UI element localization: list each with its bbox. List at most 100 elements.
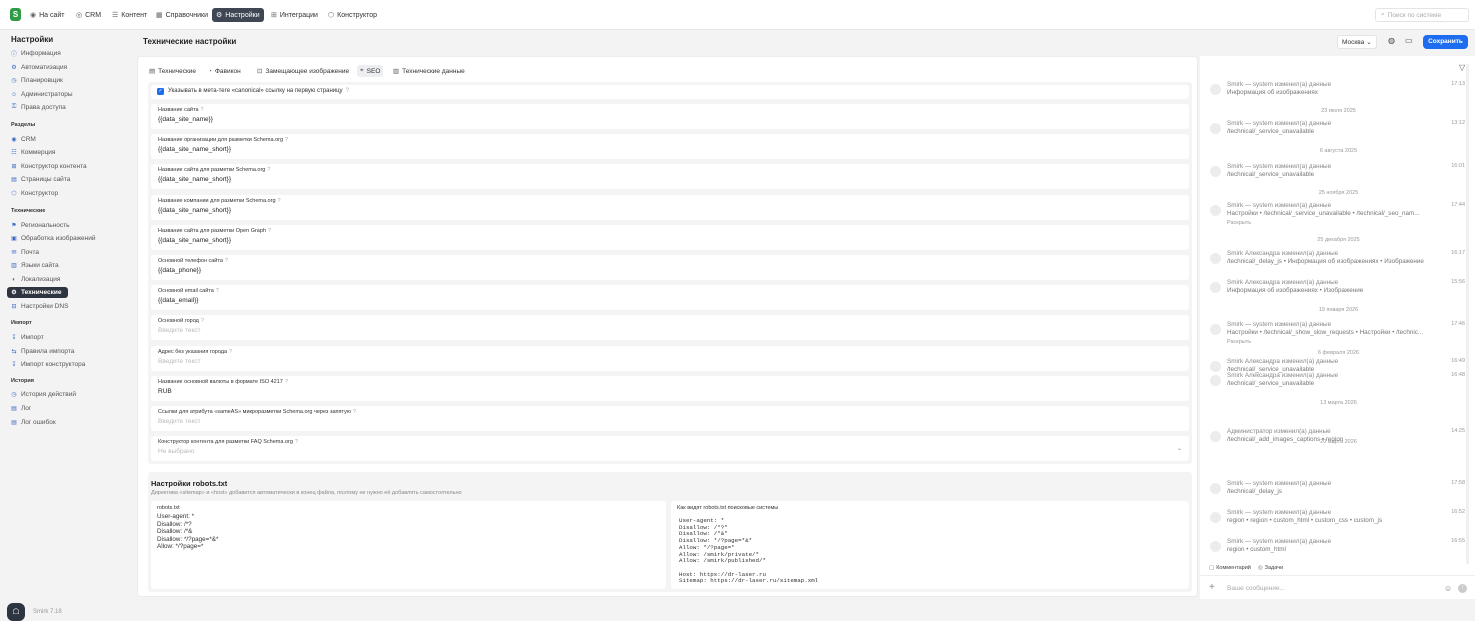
seo-field[interactable]: Название сайта для разметки Open Graph? {… [151, 224, 1189, 250]
field-value[interactable]: {{data_site_name}} [158, 116, 213, 123]
nav-tab-6[interactable]: ⬡ Конструктор [324, 8, 381, 22]
field-placeholder[interactable]: Не выбрано [158, 448, 194, 455]
field-value[interactable]: {{data_phone}} [158, 267, 201, 274]
help-icon[interactable]: ? [267, 167, 270, 173]
history-author: Smirk — system изменил(а) данные [1227, 202, 1332, 209]
help-icon[interactable]: ? [201, 107, 204, 113]
sidebar-item[interactable]: ⚙ Технические [7, 287, 68, 298]
help-icon[interactable]: ? [268, 228, 271, 234]
nav-tab-0[interactable]: ◉ На сайт [26, 8, 69, 22]
nav-tab-3[interactable]: ▦ Справочники [152, 8, 212, 22]
seo-field[interactable]: Адрес без указания города? Введите текст [151, 345, 1189, 371]
help-icon[interactable]: ? [225, 258, 228, 264]
filter-icon[interactable]: ▽ [1459, 63, 1465, 72]
sidebar-item[interactable]: ◷ История действий [11, 389, 82, 400]
nav-tab-2[interactable]: ☰ Контент [108, 8, 151, 22]
history-changes: region • region • custom_html • custom_c… [1227, 517, 1383, 524]
region-select[interactable]: Москва ⌄ [1337, 35, 1377, 49]
field-value[interactable]: {{data_site_name_short}} [158, 207, 231, 214]
globe-icon[interactable]: ◍ [1388, 36, 1395, 45]
seo-field[interactable]: Название организации для разметки Schema… [151, 134, 1189, 160]
app-logo[interactable]: S [10, 8, 21, 21]
sidebar-item[interactable]: ▣ Обработка изображений [11, 233, 102, 244]
seo-field[interactable]: Конструктор контента для разметки FAQ Sc… [151, 436, 1189, 462]
seo-field[interactable]: Название основной валюты в формате ISO 4… [151, 375, 1189, 401]
preview-icon[interactable]: ▭ [1405, 36, 1413, 45]
sidebar-item[interactable]: ☷ Коммерция [11, 147, 61, 158]
field-placeholder[interactable]: Введите текст [158, 327, 201, 334]
seo-field[interactable]: Название сайта для разметки Schema.org? {… [151, 164, 1189, 190]
tab-comments[interactable]: ▢ Комментарий [1209, 565, 1251, 571]
sidebar-item[interactable]: ↧ Импорт конструктора [11, 359, 91, 370]
help-icon[interactable]: ? [295, 439, 298, 445]
sidebar-item[interactable]: ◷ Планировщик [11, 75, 69, 86]
history-author: Smirk Александра изменил(а) данные [1227, 279, 1339, 286]
settings-tab-0[interactable]: ▤ Технические [146, 65, 199, 77]
settings-tab-3[interactable]: ⌖ SEO [357, 65, 384, 77]
seo-field[interactable]: Основной город? Введите текст [151, 315, 1189, 341]
settings-tab-4[interactable]: ▥ Технические данные [390, 65, 468, 77]
nav-tab-1[interactable]: ◎ CRM [72, 8, 105, 22]
field-value[interactable]: RUB [158, 388, 172, 395]
nav-tab-4[interactable]: ⚙ Настройки [212, 8, 264, 22]
save-button[interactable]: Сохранить [1423, 35, 1468, 49]
settings-tab-2[interactable]: ⊡ Замещающее изображение [254, 65, 352, 77]
tab-tasks[interactable]: ◎ Задачи [1258, 565, 1283, 571]
nav-tab-label: Справочники [165, 11, 209, 19]
robots-editor-text[interactable]: User-agent: * Disallow: /*? Disallow: /*… [157, 513, 218, 551]
history-time: 16:52 [1451, 509, 1465, 515]
attach-icon[interactable]: + [1209, 582, 1215, 593]
sidebar-item[interactable]: ⬡ Конструктор [11, 188, 64, 199]
sidebar-item[interactable]: ▥ Языки сайта [11, 260, 65, 271]
help-icon[interactable]: ? [285, 137, 288, 143]
seo-field[interactable]: Название сайта? {{data_site_name}} [151, 104, 1189, 129]
seo-field[interactable]: Ссылки для атрибута «sameAS» микроразмет… [151, 406, 1189, 431]
sidebar-item[interactable]: ☺ Администраторы [11, 89, 79, 100]
sidebar-item[interactable]: ⊞ Конструктор контента [11, 161, 93, 172]
message-input[interactable]: Ваше сообщение... [1227, 585, 1285, 592]
chevron-down-icon[interactable]: ⌄ [1177, 445, 1182, 452]
robots-editor[interactable]: robots.txt User-agent: * Disallow: /*? D… [151, 501, 666, 589]
settings-tab-1[interactable]: ◔ Фавикон [205, 65, 244, 77]
field-value[interactable]: {{data_site_name_short}} [158, 176, 231, 183]
sidebar-item[interactable]: ◉ CRM [11, 134, 42, 145]
sidebar-item[interactable]: ⚑ Региональность [11, 220, 75, 231]
sidebar-item[interactable]: ✉ Почта [11, 247, 45, 258]
nav-tab-5[interactable]: ⊞ Интеграции [267, 8, 322, 22]
help-icon[interactable]: ? [216, 288, 219, 294]
sidebar-item[interactable]: ◐ Локализация [11, 274, 66, 285]
help-icon[interactable]: ? [278, 198, 281, 204]
emoji-icon[interactable]: ☺ [1444, 584, 1452, 593]
sidebar-item[interactable]: ⚿ Права доступа [11, 102, 72, 113]
canonical-option[interactable]: ✓ Указывать в мета-теге «canonical» ссыл… [151, 85, 1189, 99]
search-input[interactable]: ⌕ Поиск по системе [1375, 8, 1469, 22]
send-icon[interactable]: ↑ [1458, 584, 1467, 593]
sidebar-item[interactable]: ▤ Лог [11, 403, 37, 414]
history-scrollbar[interactable] [1466, 64, 1469, 564]
help-icon[interactable]: ? [285, 379, 288, 385]
sidebar-section-title: Импорт [11, 320, 32, 326]
seo-field[interactable]: Основной email сайта? {{data_email}} [151, 285, 1189, 311]
seo-field[interactable]: Основной телефон сайта? {{data_phone}} [151, 255, 1189, 280]
expand-link[interactable]: Раскрыть [1227, 339, 1251, 345]
canonical-checkbox[interactable]: ✓ [157, 88, 164, 95]
seo-field[interactable]: Название компании для разметки Schema.or… [151, 194, 1189, 220]
sidebar-item[interactable]: ⓘ Информация [11, 48, 67, 59]
field-value[interactable]: {{data_site_name_short}} [158, 146, 231, 153]
sidebar-item[interactable]: ⇆ Правила импорта [11, 346, 80, 357]
sidebar-item[interactable]: ↧ Импорт [11, 332, 50, 343]
help-icon[interactable]: ? [201, 318, 204, 324]
field-placeholder[interactable]: Введите текст [158, 358, 201, 365]
sidebar-item[interactable]: ▤ Страницы сайта [11, 174, 76, 185]
help-icon[interactable]: ? [229, 349, 232, 355]
field-value[interactable]: {{data_email}} [158, 297, 198, 304]
sidebar-item[interactable]: ⊟ Настройки DNS [11, 301, 74, 312]
field-placeholder[interactable]: Введите текст [158, 418, 201, 425]
sidebar-item[interactable]: ⚙ Автоматизация [11, 62, 73, 73]
chat-icon[interactable]: ☖ [7, 603, 25, 621]
help-icon[interactable]: ? [353, 409, 356, 415]
field-value[interactable]: {{data_site_name_short}} [158, 237, 231, 244]
avatar [1210, 512, 1221, 523]
expand-link[interactable]: Раскрыть [1227, 220, 1251, 226]
sidebar-item[interactable]: ▤ Лог ошибок [11, 417, 62, 428]
